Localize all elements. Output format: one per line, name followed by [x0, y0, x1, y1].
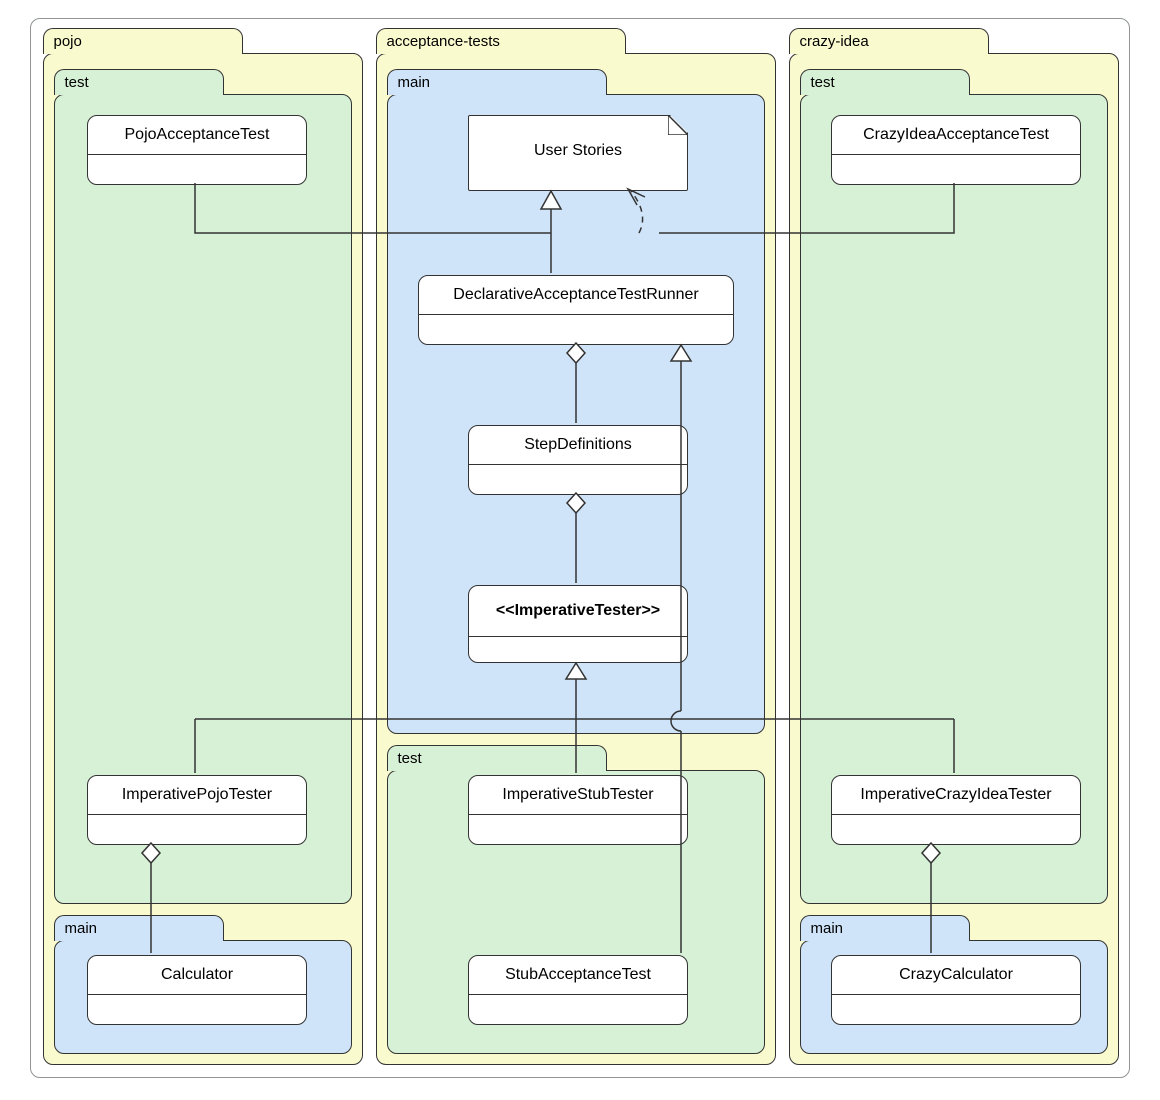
package-pojo-main: main Calculator: [54, 940, 352, 1054]
class-title: DeclarativeAcceptanceTestRunner: [419, 276, 733, 315]
class-title: PojoAcceptanceTest: [88, 116, 306, 155]
package-acceptance-test: test ImperativeStubTester StubAcceptance…: [387, 770, 765, 1054]
package-crazy-idea-tab: crazy-idea: [789, 28, 989, 54]
package-acceptance-test-tab: test: [387, 745, 607, 771]
class-imperative-pojo-tester: ImperativePojoTester: [87, 775, 307, 845]
package-crazy-main-tab: main: [800, 915, 970, 941]
package-crazy-test-tab: test: [800, 69, 970, 95]
package-crazy-idea: crazy-idea test CrazyIdeaAcceptanceTest …: [789, 53, 1119, 1065]
package-crazy-test: test CrazyIdeaAcceptanceTest ImperativeC…: [800, 94, 1108, 904]
class-calculator: Calculator: [87, 955, 307, 1025]
class-imperative-stub-tester: ImperativeStubTester: [468, 775, 688, 845]
class-title: <<ImperativeTester>>: [469, 586, 687, 637]
class-imperative-tester: <<ImperativeTester>>: [468, 585, 688, 663]
class-crazy-calculator: CrazyCalculator: [831, 955, 1081, 1025]
class-pojo-acceptance-test: PojoAcceptanceTest: [87, 115, 307, 185]
class-title: ImperativePojoTester: [88, 776, 306, 815]
class-title: StepDefinitions: [469, 426, 687, 465]
package-pojo: pojo test PojoAcceptanceTest ImperativeP…: [43, 53, 363, 1065]
package-pojo-main-tab: main: [54, 915, 224, 941]
class-title: ImperativeCrazyIdeaTester: [832, 776, 1080, 815]
note-user-stories: User Stories: [468, 115, 688, 191]
package-acceptance-main-tab: main: [387, 69, 607, 95]
class-crazy-idea-acceptance-test: CrazyIdeaAcceptanceTest: [831, 115, 1081, 185]
package-acceptance-main: main User Stories DeclarativeAcceptanceT…: [387, 94, 765, 734]
package-pojo-test: test PojoAcceptanceTest ImperativePojoTe…: [54, 94, 352, 904]
package-acceptance-tests: acceptance-tests main User Stories Decla…: [376, 53, 776, 1065]
diagram-frame: pojo test PojoAcceptanceTest ImperativeP…: [30, 18, 1130, 1078]
class-title: StubAcceptanceTest: [469, 956, 687, 995]
class-stub-acceptance-test: StubAcceptanceTest: [468, 955, 688, 1025]
class-title: CrazyCalculator: [832, 956, 1080, 995]
class-imperative-crazy-idea-tester: ImperativeCrazyIdeaTester: [831, 775, 1081, 845]
class-step-definitions: StepDefinitions: [468, 425, 688, 495]
package-pojo-test-tab: test: [54, 69, 224, 95]
class-title: ImperativeStubTester: [469, 776, 687, 815]
package-acceptance-tests-tab: acceptance-tests: [376, 28, 626, 54]
package-pojo-tab: pojo: [43, 28, 243, 54]
note-title: User Stories: [469, 116, 687, 170]
class-title: CrazyIdeaAcceptanceTest: [832, 116, 1080, 155]
package-crazy-main: main CrazyCalculator: [800, 940, 1108, 1054]
class-title: Calculator: [88, 956, 306, 995]
class-declarative-runner: DeclarativeAcceptanceTestRunner: [418, 275, 734, 345]
